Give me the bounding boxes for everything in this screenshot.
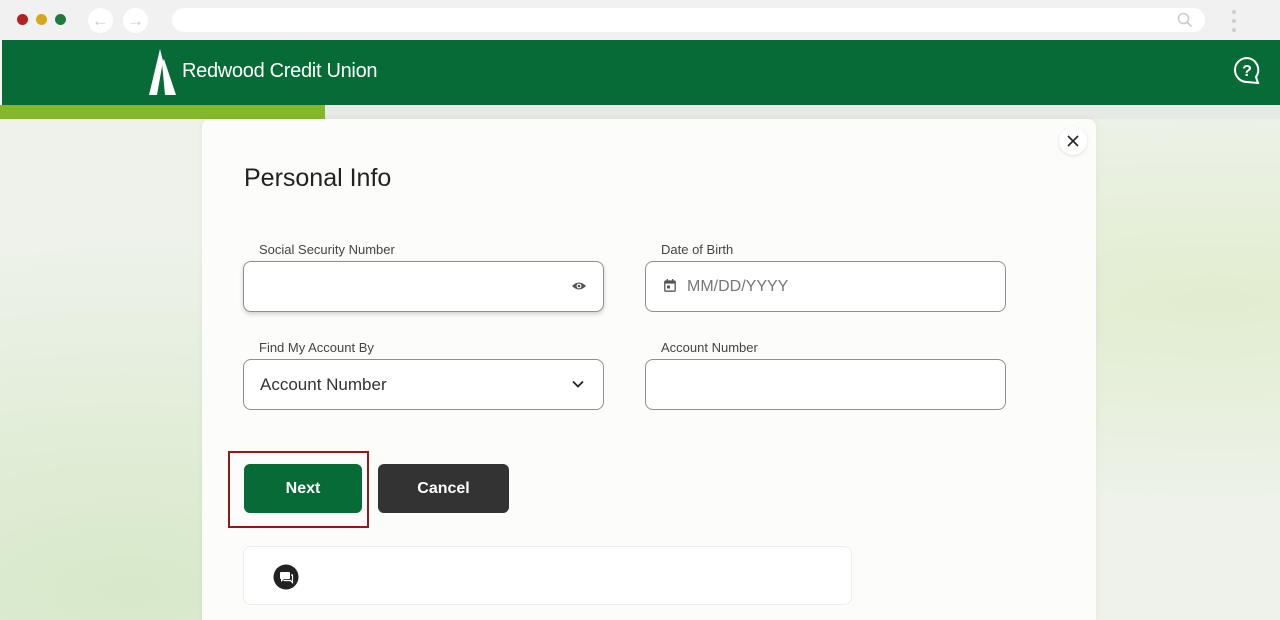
forward-arrow-icon[interactable]: → (123, 8, 148, 33)
window-maximize-dot[interactable] (55, 14, 66, 25)
kebab-menu-icon[interactable] (1228, 8, 1240, 34)
eye-icon[interactable] (571, 280, 587, 292)
progress-bar (0, 105, 1280, 119)
search-icon (1177, 12, 1193, 28)
cancel-button[interactable]: Cancel (378, 464, 509, 513)
dob-label: Date of Birth (661, 242, 734, 257)
ssn-input[interactable] (243, 261, 604, 312)
svg-text:?: ? (1242, 63, 1252, 80)
find-by-value: Account Number (260, 375, 387, 394)
ssn-label: Social Security Number (259, 242, 395, 257)
dob-input[interactable]: MM/DD/YYYY (645, 261, 1006, 312)
address-bar[interactable] (172, 8, 1205, 32)
back-arrow-icon[interactable]: ← (88, 8, 113, 33)
progress-fill (0, 105, 326, 119)
page-title: Personal Info (244, 164, 392, 192)
dob-placeholder: MM/DD/YYYY (687, 278, 789, 295)
close-button[interactable] (1059, 127, 1087, 155)
find-by-select[interactable]: Account Number (243, 359, 604, 410)
help-chat-icon[interactable]: ? (1232, 56, 1262, 86)
account-number-label: Account Number (661, 340, 758, 355)
close-icon (1067, 135, 1079, 147)
find-by-label: Find My Account By (259, 340, 374, 355)
chat-bubbles-icon[interactable] (273, 564, 299, 590)
browser-toolbar: ← → (0, 0, 1280, 40)
header-edge (0, 40, 2, 105)
window-close-dot[interactable] (17, 14, 28, 25)
brand-name[interactable]: Redwood Credit Union (182, 60, 378, 83)
redwood-logo-icon[interactable] (148, 49, 178, 95)
chat-panel (243, 546, 852, 605)
chevron-down-icon (572, 380, 584, 388)
next-button[interactable]: Next (244, 464, 362, 513)
calendar-icon (664, 279, 676, 292)
window-minimize-dot[interactable] (36, 14, 47, 25)
account-number-input[interactable] (645, 359, 1006, 410)
